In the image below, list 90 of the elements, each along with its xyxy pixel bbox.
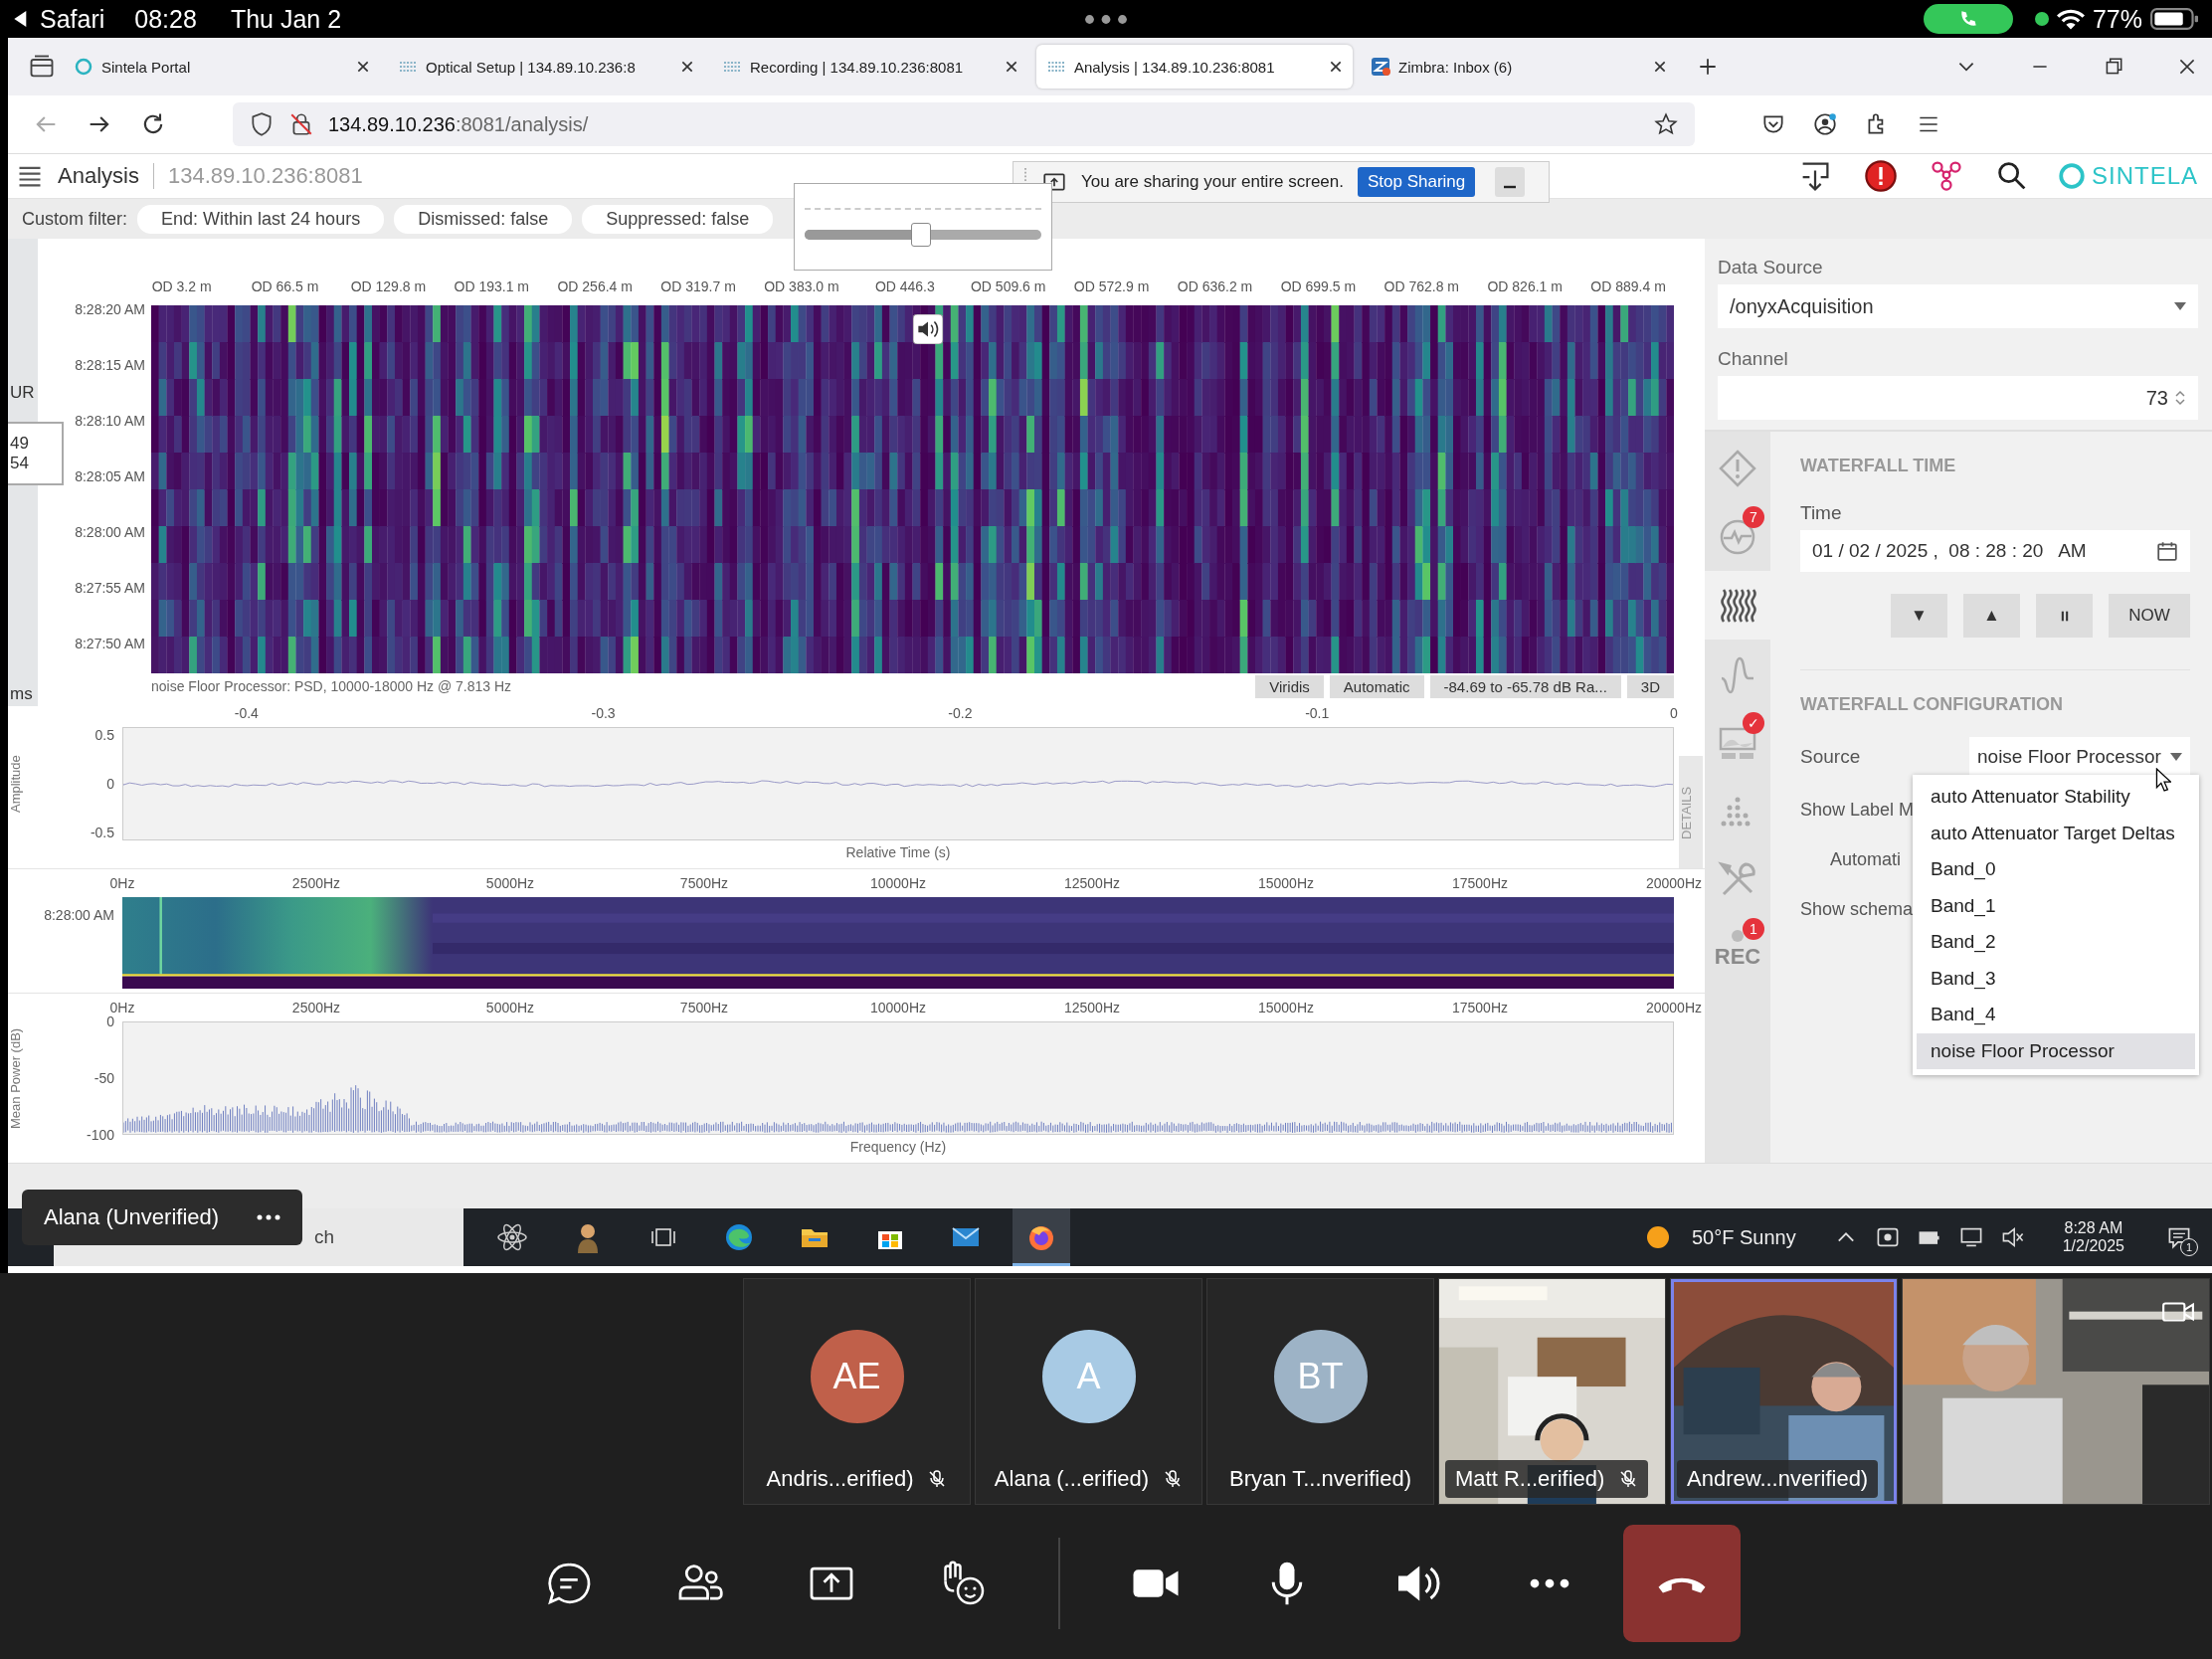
axis-tick-label: 7500Hz xyxy=(679,875,729,891)
filter-label: Custom filter: xyxy=(22,208,128,230)
avatar: BT xyxy=(1273,1330,1368,1423)
sharing-message: You are sharing your entire screen. xyxy=(1081,172,1344,192)
cut-off-label: ms xyxy=(10,684,33,704)
brand-name: SINTELA xyxy=(2091,162,2198,190)
axis-tick-label: 17500Hz xyxy=(1452,1000,1508,1015)
notification-badge: 1 xyxy=(1743,918,1764,940)
notification-badge: 7 xyxy=(1743,506,1764,528)
axis-tick-label: -100 xyxy=(86,1127,114,1143)
axis-tick-label: 0 xyxy=(106,776,114,792)
battery-percent: 77% xyxy=(2092,4,2142,34)
participant-name: Andris...erified) xyxy=(766,1466,914,1492)
axis-tick-label: OD 889.4 m xyxy=(1590,278,1666,294)
axis-tick-label: -0.1 xyxy=(1305,705,1330,721)
axis-tick-label: 5000Hz xyxy=(485,1000,535,1015)
field-label: Channel xyxy=(1718,348,1789,370)
field-label: Time xyxy=(1800,502,1843,524)
axis-tick-label: OD 636.2 m xyxy=(1177,278,1253,294)
axis-tick-label: 2500Hz xyxy=(291,1000,341,1015)
participant-name: Alana (...erified) xyxy=(994,1466,1150,1492)
axis-tick-label: 15000Hz xyxy=(1258,1000,1314,1015)
server-address: 134.89.10.236:8081 xyxy=(167,163,363,189)
field-label: Source xyxy=(1800,746,1861,768)
url-text: 134.89.10.236:8081/analysis/ xyxy=(328,112,589,136)
axis-tick-label: OD 699.5 m xyxy=(1280,278,1357,294)
axis-tick-label: 0.5 xyxy=(94,726,114,743)
participant-name: Bryan T...nverified) xyxy=(1229,1466,1411,1492)
axis-tick-label: OD 572.9 m xyxy=(1073,278,1150,294)
axis-tick-label: 2500Hz xyxy=(291,875,341,891)
axis-tick-label: 12500Hz xyxy=(1064,875,1120,891)
axis-tick-label: 8:28:20 AM xyxy=(75,300,145,317)
axis-tick-label: 17500Hz xyxy=(1452,875,1508,891)
axis-tick-label: 15000Hz xyxy=(1258,875,1314,891)
axis-tick-label: 0Hz xyxy=(109,1000,135,1015)
chart-caption: noise Floor Processor: PSD, 10000-18000 Hz @ 7.813 Hz xyxy=(151,678,512,694)
axis-tick-label: -0.3 xyxy=(591,705,616,721)
page-title: Analysis xyxy=(58,163,154,189)
axis-tick-label: OD 256.4 m xyxy=(557,278,633,294)
axis-tick-label: OD 446.3 xyxy=(874,278,935,294)
axis-tick-label: 8:28:05 AM xyxy=(75,468,145,485)
axis-tick-label: OD 509.6 m xyxy=(971,278,1046,294)
axis-tick-label: OD 129.8 m xyxy=(350,278,427,294)
axis-tick-label: -50 xyxy=(93,1070,114,1086)
section-heading: WATERFALL TIME xyxy=(1800,456,1957,476)
axis-tick-label: -0.5 xyxy=(90,825,114,840)
axis-tick-label: 5000Hz xyxy=(485,875,535,891)
axis-tick-label: 0Hz xyxy=(109,875,135,891)
notification-count: 1 xyxy=(2180,1238,2198,1256)
axis-tick-label: -0.2 xyxy=(948,705,973,721)
option-label: Show Label M xyxy=(1800,799,1915,821)
axis-tick-label: -0.4 xyxy=(234,705,259,721)
status-time: 08:28 xyxy=(134,4,197,34)
field-label: Data Source xyxy=(1718,257,1824,278)
cut-off-card: 49 54 xyxy=(8,422,64,485)
axis-tick-label: 8:28:10 AM xyxy=(75,412,145,429)
axis-title: Amplitude xyxy=(8,754,24,815)
axis-tick-label: OD 193.1 m xyxy=(454,278,529,294)
axis-tick-label: OD 66.5 m xyxy=(251,278,319,294)
section-heading: WATERFALL CONFIGURATION xyxy=(1800,694,2064,715)
axis-tick-label: OD 3.2 m xyxy=(151,278,212,294)
cut-off-label: UR xyxy=(10,383,35,403)
participant-name: Andrew...nverified) xyxy=(1687,1466,1869,1492)
avatar: AE xyxy=(810,1330,904,1423)
axis-title: Mean Power (dB) xyxy=(8,1026,24,1131)
axis-tick-label: OD 826.1 m xyxy=(1487,278,1563,294)
participant-name: Matt R...erified) xyxy=(1455,1466,1605,1492)
axis-title: Relative Time (s) xyxy=(845,843,951,862)
axis-tick-label: OD 319.7 m xyxy=(660,278,736,294)
axis-tick-label: 8:27:55 AM xyxy=(75,580,145,597)
notification-badge: ✓ xyxy=(1743,712,1764,734)
axis-tick-label: 20000Hz xyxy=(1646,1000,1702,1015)
axis-tick-label: 8:28:00 AM xyxy=(44,907,114,924)
avatar: A xyxy=(1041,1330,1136,1423)
axis-title: Frequency (Hz) xyxy=(849,1138,947,1157)
axis-tick-label: 7500Hz xyxy=(679,1000,729,1015)
axis-tick-label: 8:28:15 AM xyxy=(75,356,145,373)
axis-tick-label: 10000Hz xyxy=(870,1000,926,1015)
option-label: Automati xyxy=(1830,848,1902,870)
axis-tick-label: 0 xyxy=(1670,705,1678,721)
axis-tick-label: 0 xyxy=(106,1014,114,1029)
axis-tick-label: 12500Hz xyxy=(1064,1000,1120,1015)
option-label: Show schema xyxy=(1800,898,1914,920)
axis-tick-label: 10000Hz xyxy=(870,875,926,891)
axis-tick-label: 8:28:00 AM xyxy=(75,524,145,541)
status-date: Thu Jan 2 xyxy=(230,4,342,34)
axis-tick-label: 20000Hz xyxy=(1646,875,1702,891)
axis-tick-label: OD 762.8 m xyxy=(1383,278,1459,294)
axis-tick-label: OD 383.0 m xyxy=(764,278,839,294)
axis-tick-label: 8:27:50 AM xyxy=(75,636,145,652)
